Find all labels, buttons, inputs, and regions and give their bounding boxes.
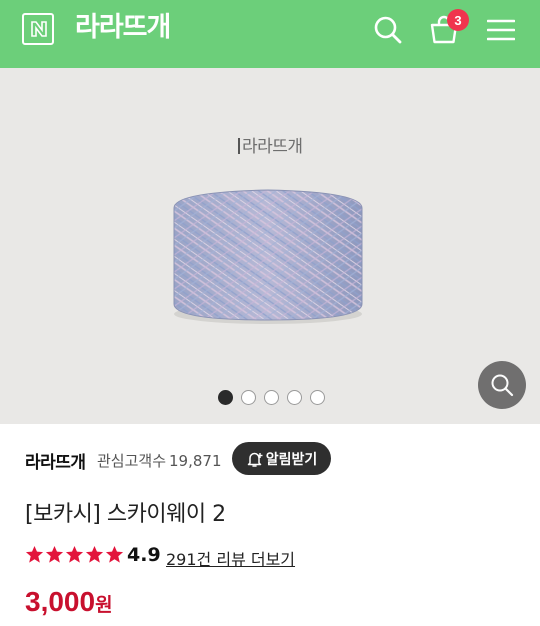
notification-subscribe-button[interactable]: 알림받기	[232, 442, 331, 475]
followers-label: 관심고객수	[97, 452, 167, 470]
image-watermark: 라라뜨개	[238, 132, 303, 157]
pagination-dot[interactable]	[241, 390, 256, 405]
bell-plus-icon	[247, 452, 263, 467]
gallery-pagination	[218, 390, 325, 405]
app-header: 라라뜨개 3	[0, 0, 540, 68]
store-name-link[interactable]: 라라뜨개	[25, 448, 86, 473]
zoom-search-icon[interactable]	[478, 361, 526, 409]
followers-count: 관심고객수 19,871	[94, 450, 222, 471]
star-icon	[105, 545, 124, 563]
naver-n-icon[interactable]	[22, 13, 54, 45]
rating-score: 4.9	[127, 544, 161, 566]
shop-title[interactable]: 라라뜨개	[75, 10, 171, 46]
star-icon	[25, 545, 44, 563]
price-unit: 원	[95, 594, 113, 616]
pagination-dot[interactable]	[287, 390, 302, 405]
yarn-product-image	[173, 189, 363, 324]
product-title: [보카시] 스카이웨이 2	[25, 502, 226, 527]
pagination-dot[interactable]	[264, 390, 279, 405]
hamburger-menu-icon[interactable]	[481, 10, 521, 50]
cart-count-badge: 3	[447, 9, 469, 31]
price-amount: 3,000	[25, 586, 96, 617]
rating-stars	[25, 545, 124, 564]
star-icon	[65, 545, 84, 563]
search-icon[interactable]	[368, 10, 408, 50]
product-price: 3,000원	[25, 586, 113, 618]
star-icon	[45, 545, 64, 563]
review-more-link[interactable]: 291건 리뷰 더보기	[166, 546, 295, 570]
pagination-dot[interactable]	[310, 390, 325, 405]
followers-value: 19,871	[169, 452, 222, 470]
product-image-gallery[interactable]: 라라뜨개	[0, 68, 540, 424]
follow-button-label: 알림받기	[265, 451, 318, 468]
star-icon	[85, 545, 104, 563]
pagination-dot[interactable]	[218, 390, 233, 405]
